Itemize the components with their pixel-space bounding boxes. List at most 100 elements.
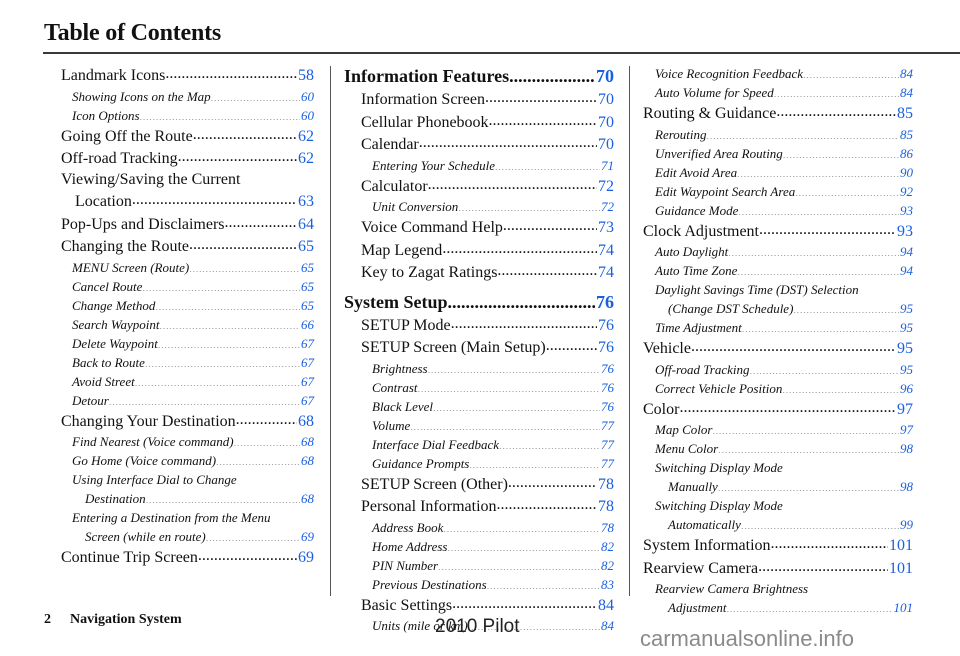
toc-page-link[interactable]: 69 [297,548,314,569]
toc-entry[interactable]: PIN Number 82 [344,556,614,575]
toc-page-link[interactable]: 58 [297,66,314,87]
toc-page-link[interactable]: 63 [297,192,314,213]
toc-entry[interactable]: Routing & Guidance 85 [643,102,913,125]
toc-entry[interactable]: Entering a Destination from the Menu Scre… [61,508,314,546]
toc-entry[interactable]: Unverified Area Routing 86 [643,144,913,163]
toc-page-link[interactable]: 82 [600,556,614,575]
toc-entry[interactable]: Going Off the Route 62 [61,125,314,148]
toc-entry[interactable]: Calendar 70 [344,133,614,156]
toc-entry[interactable]: Guidance Prompts 77 [344,454,614,473]
toc-entry[interactable]: Off-road Tracking 62 [61,147,314,170]
toc-page-link[interactable]: 97 [899,420,913,439]
toc-entry[interactable]: Map Legend 74 [344,239,614,262]
toc-entry[interactable]: Map Color 97 [643,420,913,439]
toc-entry[interactable]: Voice Command Help 73 [344,216,614,239]
toc-entry[interactable]: Edit Avoid Area 90 [643,163,913,182]
toc-page-link[interactable]: 65 [297,237,314,258]
toc-entry[interactable]: SETUP Screen (Other) 78 [344,473,614,496]
toc-section-heading[interactable]: System Setup 76 [344,290,614,314]
toc-entry[interactable]: Rearview Camera 101 [643,557,913,580]
toc-entry[interactable]: Delete Waypoint 67 [61,334,314,353]
toc-entry[interactable]: Cancel Route 65 [61,277,314,296]
toc-page-link[interactable]: 85 [899,125,913,144]
toc-entry[interactable]: Menu Color 98 [643,439,913,458]
toc-page-link[interactable]: 76 [597,316,614,337]
toc-entry[interactable]: Icon Options 60 [61,106,314,125]
toc-entry[interactable]: Edit Waypoint Search Area 92 [643,182,913,201]
toc-page-link[interactable]: 65 [300,277,314,296]
toc-entry[interactable]: Information Screen 70 [344,88,614,111]
toc-entry[interactable]: Brightness 76 [344,359,614,378]
toc-entry[interactable]: Auto Volume for Speed 84 [643,83,913,102]
toc-page-link[interactable]: 76 [600,359,614,378]
toc-entry[interactable]: MENU Screen (Route) 65 [61,258,314,277]
toc-entry[interactable]: Correct Vehicle Position 96 [643,379,913,398]
toc-entry[interactable]: System Information 101 [643,534,913,557]
toc-page-link[interactable]: 101 [888,536,913,557]
toc-page-link[interactable]: 86 [899,144,913,163]
toc-page-link[interactable]: 95 [899,299,913,318]
toc-entry[interactable]: Continue Trip Screen 69 [61,546,314,569]
toc-entry[interactable]: Vehicle 95 [643,337,913,360]
toc-page-link[interactable]: 98 [899,439,913,458]
toc-entry[interactable]: Changing Your Destination 68 [61,410,314,433]
toc-page-link[interactable]: 93 [896,222,913,243]
toc-page-link[interactable]: 84 [899,64,913,83]
toc-page-link[interactable]: 67 [300,372,314,391]
toc-entry[interactable]: Personal Information 78 [344,495,614,518]
toc-entry[interactable]: SETUP Mode 76 [344,314,614,337]
toc-page-link[interactable]: 62 [297,127,314,148]
toc-entry[interactable]: Cellular Phonebook 70 [344,111,614,134]
toc-entry[interactable]: Viewing/Saving the Current Location 63 [61,170,314,213]
toc-page-link[interactable]: 73 [597,218,614,239]
toc-page-link[interactable]: 77 [600,435,614,454]
toc-page-link[interactable]: 84 [597,596,614,617]
toc-entry[interactable]: Unit Conversion 72 [344,197,614,216]
toc-page-link[interactable]: 97 [896,400,913,421]
toc-entry[interactable]: Find Nearest (Voice command) 68 [61,432,314,451]
toc-entry[interactable]: Changing the Route 65 [61,235,314,258]
toc-entry[interactable]: Switching Display Mode Automatically 99 [643,496,913,534]
toc-page-link[interactable]: 83 [600,575,614,594]
toc-page-link[interactable]: 76 [600,378,614,397]
toc-entry[interactable]: SETUP Screen (Main Setup) 76 [344,336,614,359]
toc-page-link[interactable]: 76 [597,338,614,359]
toc-entry[interactable]: Daylight Savings Time (DST) Selection (Ch… [643,280,913,318]
toc-entry[interactable]: Rerouting 85 [643,125,913,144]
toc-entry[interactable]: Go Home (Voice command) 68 [61,451,314,470]
toc-page-link[interactable]: 65 [300,258,314,277]
toc-entry[interactable]: Search Waypoint 66 [61,315,314,334]
toc-page-link[interactable]: 98 [899,477,913,496]
toc-entry[interactable]: Key to Zagat Ratings 74 [344,261,614,284]
toc-page-link[interactable]: 84 [899,83,913,102]
toc-page-link[interactable]: 101 [888,559,913,580]
toc-page-link[interactable]: 77 [600,454,614,473]
toc-page-link[interactable]: 93 [899,201,913,220]
toc-page-link[interactable]: 78 [597,497,614,518]
toc-page-link[interactable]: 85 [896,104,913,125]
toc-entry[interactable]: Change Method 65 [61,296,314,315]
toc-entry[interactable]: Calculator 72 [344,175,614,198]
toc-page-link[interactable]: 70 [595,64,614,88]
toc-page-link[interactable]: 70 [597,113,614,134]
toc-page-link[interactable]: 77 [600,416,614,435]
toc-entry[interactable]: Basic Settings 84 [344,594,614,617]
toc-entry[interactable]: Off-road Tracking 95 [643,360,913,379]
toc-entry[interactable]: Home Address 82 [344,537,614,556]
toc-page-link[interactable]: 68 [300,451,314,470]
toc-page-link[interactable]: 72 [597,177,614,198]
toc-page-link[interactable]: 78 [600,518,614,537]
toc-entry[interactable]: Time Adjustment 95 [643,318,913,337]
toc-page-link[interactable]: 67 [300,391,314,410]
toc-page-link[interactable]: 76 [600,397,614,416]
toc-page-link[interactable]: 70 [597,135,614,156]
toc-page-link[interactable]: 90 [899,163,913,182]
toc-page-link[interactable]: 66 [300,315,314,334]
toc-entry[interactable]: Voice Recognition Feedback 84 [643,64,913,83]
toc-entry[interactable]: Back to Route 67 [61,353,314,372]
toc-page-link[interactable]: 68 [300,489,314,508]
toc-entry[interactable]: Previous Destinations 83 [344,575,614,594]
toc-page-link[interactable]: 101 [893,598,914,617]
toc-page-link[interactable]: 68 [300,432,314,451]
toc-entry[interactable]: Black Level 76 [344,397,614,416]
